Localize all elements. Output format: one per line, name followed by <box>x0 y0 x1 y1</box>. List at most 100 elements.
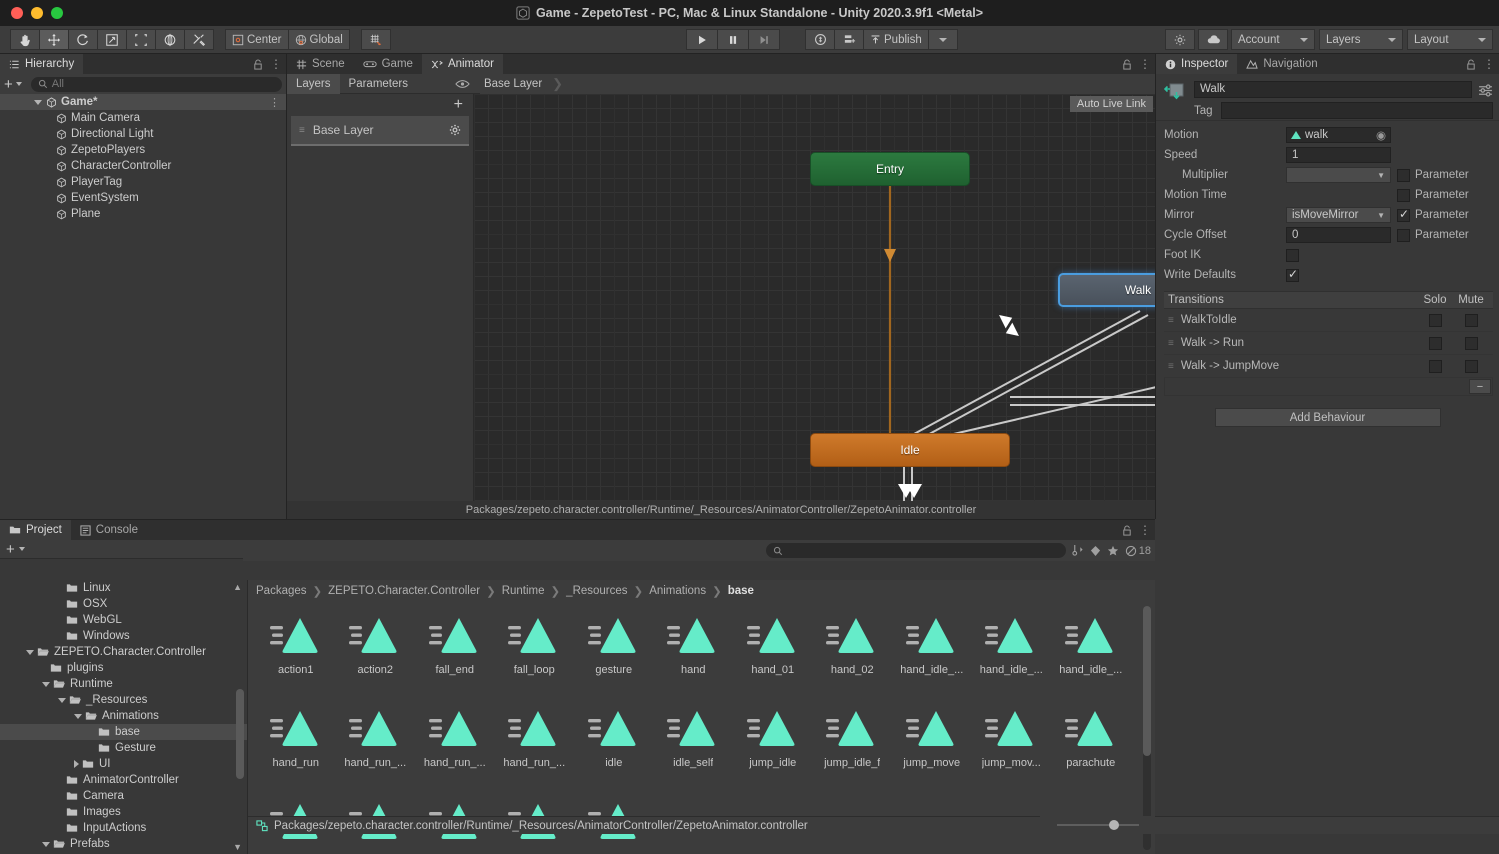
asset-item[interactable]: hand_run_... <box>336 697 416 790</box>
solo-checkbox[interactable] <box>1429 360 1442 373</box>
tree-item-gesture[interactable]: Gesture <box>0 740 247 756</box>
auto-live-link-button[interactable]: Auto Live Link <box>1070 96 1153 112</box>
hierarchy-item-directional-light[interactable]: Directional Light <box>0 126 286 142</box>
tree-item-base[interactable]: base <box>0 724 247 740</box>
multiplier-parameter-checkbox[interactable] <box>1397 169 1410 182</box>
tree-item-plugins[interactable]: plugins <box>0 660 247 676</box>
collapse-triangle-icon[interactable] <box>58 698 66 703</box>
asset-item[interactable]: hand_02 <box>813 604 893 697</box>
asset-item[interactable]: gesture <box>574 604 654 697</box>
asset-item[interactable]: hand <box>654 604 734 697</box>
tree-item-zepeto-character-controller[interactable]: ZEPETO.Character.Controller <box>0 644 247 660</box>
drag-handle-icon[interactable]: ≡ <box>1168 315 1174 326</box>
rect-tool-button[interactable] <box>126 29 156 50</box>
tree-item-webgl[interactable]: WebGL <box>0 612 247 628</box>
foot-ik-checkbox[interactable] <box>1286 249 1299 262</box>
collapse-triangle-icon[interactable] <box>26 650 34 655</box>
asset-scrollbar[interactable] <box>1143 606 1151 850</box>
tab-console[interactable]: Console <box>71 520 147 540</box>
asset-zoom-slider[interactable] <box>1040 816 1155 834</box>
cycle-offset-parameter-toggle[interactable]: Parameter <box>1397 229 1493 242</box>
account-dropdown[interactable]: Account <box>1231 29 1315 50</box>
tab-scene[interactable]: Scene <box>287 54 354 74</box>
tree-item-osx[interactable]: OSX <box>0 596 247 612</box>
scroll-down-icon[interactable]: ▼ <box>233 842 242 852</box>
drag-handle-icon[interactable]: ≡ <box>1168 338 1174 349</box>
tree-item-camera[interactable]: Camera <box>0 788 247 804</box>
hierarchy-item-plane[interactable]: Plane <box>0 206 286 222</box>
tree-item-animations[interactable]: Animations <box>0 708 247 724</box>
tree-item-windows[interactable]: Windows <box>0 628 247 644</box>
breadcrumb-segment[interactable]: _Resources <box>566 585 627 597</box>
expand-triangle-icon[interactable] <box>34 100 42 105</box>
multiplier-parameter-toggle[interactable]: Parameter <box>1397 169 1493 182</box>
preset-icon[interactable] <box>1478 83 1493 98</box>
asset-item[interactable]: fall_end <box>415 604 495 697</box>
zoom-slider-track[interactable] <box>1057 824 1139 826</box>
subtab-layers[interactable]: Layers <box>287 74 340 94</box>
layer-settings-button[interactable] <box>449 124 461 136</box>
move-tool-button[interactable] <box>39 29 69 50</box>
light-settings-button[interactable] <box>1165 29 1195 50</box>
kebab-menu-icon[interactable]: ⋮ <box>270 60 282 68</box>
asset-item[interactable]: hand_run_... <box>495 697 575 790</box>
asset-item[interactable]: jump_idle_f <box>813 697 893 790</box>
tree-item--resources[interactable]: _Resources <box>0 692 247 708</box>
breadcrumb-current[interactable]: base <box>728 585 754 597</box>
animator-state-graph[interactable]: EntryIdleWalk Auto Live Link <box>474 94 1155 519</box>
transition-row[interactable]: ≡Walk -> JumpMove <box>1164 355 1493 378</box>
mute-checkbox[interactable] <box>1465 360 1478 373</box>
speed-input[interactable]: 1 <box>1286 147 1391 163</box>
motion-time-parameter-toggle[interactable]: Parameter <box>1397 189 1493 202</box>
tree-item-images[interactable]: Images <box>0 804 247 820</box>
multiplier-dropdown[interactable]: ▼ <box>1286 167 1391 183</box>
asset-item[interactable]: idle_self <box>654 697 734 790</box>
mirror-parameter-checkbox[interactable] <box>1397 209 1410 222</box>
hierarchy-item-main-camera[interactable]: Main Camera <box>0 110 286 126</box>
step-button[interactable] <box>748 29 780 50</box>
tree-scroll-thumb[interactable] <box>236 689 244 779</box>
mirror-dropdown[interactable]: isMoveMirror▼ <box>1286 207 1391 223</box>
breadcrumb-segment[interactable]: ZEPETO.Character.Controller <box>328 585 480 597</box>
mute-checkbox[interactable] <box>1465 337 1478 350</box>
lock-icon[interactable] <box>1122 59 1132 70</box>
collapse-triangle-icon[interactable] <box>42 682 50 687</box>
state-tag-input[interactable] <box>1221 102 1493 119</box>
animator-breadcrumb-label[interactable]: Base Layer <box>480 78 542 90</box>
hierarchy-item-zepetoplayers[interactable]: ZepetoPlayers <box>0 142 286 158</box>
custom-tool-button[interactable] <box>184 29 214 50</box>
mirror-parameter-toggle[interactable]: Parameter <box>1397 209 1493 222</box>
kebab-menu-icon[interactable]: ⋮ <box>1483 60 1495 68</box>
filter-type-button[interactable] <box>1072 544 1084 557</box>
hierarchy-search-input[interactable]: All <box>31 77 282 92</box>
services-button[interactable] <box>834 29 864 50</box>
layer-item-base[interactable]: ≡ Base Layer <box>291 116 469 146</box>
asset-item[interactable]: action2 <box>336 604 416 697</box>
chevron-down-icon[interactable] <box>16 82 22 86</box>
breadcrumb-segment[interactable]: Packages <box>256 585 307 597</box>
solo-checkbox[interactable] <box>1429 314 1442 327</box>
drag-handle-icon[interactable]: ≡ <box>299 125 305 136</box>
asset-item[interactable]: jump_move <box>892 697 972 790</box>
tree-item-runtime[interactable]: Runtime <box>0 676 247 692</box>
lock-icon[interactable] <box>1466 59 1476 70</box>
kebab-menu-icon[interactable]: ⋮ <box>1139 526 1151 534</box>
asset-item[interactable]: hand_idle_... <box>892 604 972 697</box>
zoom-slider-knob[interactable] <box>1109 820 1119 830</box>
asset-item[interactable]: jump_mov... <box>972 697 1052 790</box>
pause-button[interactable] <box>717 29 749 50</box>
state-node-entry[interactable]: Entry <box>810 152 970 186</box>
filter-label-button[interactable] <box>1090 545 1101 557</box>
tree-item-animatorcontroller[interactable]: AnimatorController <box>0 772 247 788</box>
hierarchy-scene-root[interactable]: Game* ⋮ <box>0 94 286 110</box>
visibility-toggle[interactable] <box>455 79 470 89</box>
project-search-input[interactable] <box>766 543 1066 558</box>
motion-object-field[interactable]: walk◉ <box>1286 127 1391 143</box>
asset-item[interactable]: idle <box>574 697 654 790</box>
asset-item[interactable]: fall_loop <box>495 604 575 697</box>
add-behaviour-button[interactable]: Add Behaviour <box>1215 408 1441 427</box>
tree-item-prefabs[interactable]: Prefabs <box>0 836 247 852</box>
hierarchy-item-charactercontroller[interactable]: CharacterController <box>0 158 286 174</box>
drag-handle-icon[interactable]: ≡ <box>1168 361 1174 372</box>
state-node-walk[interactable]: Walk <box>1058 273 1155 307</box>
